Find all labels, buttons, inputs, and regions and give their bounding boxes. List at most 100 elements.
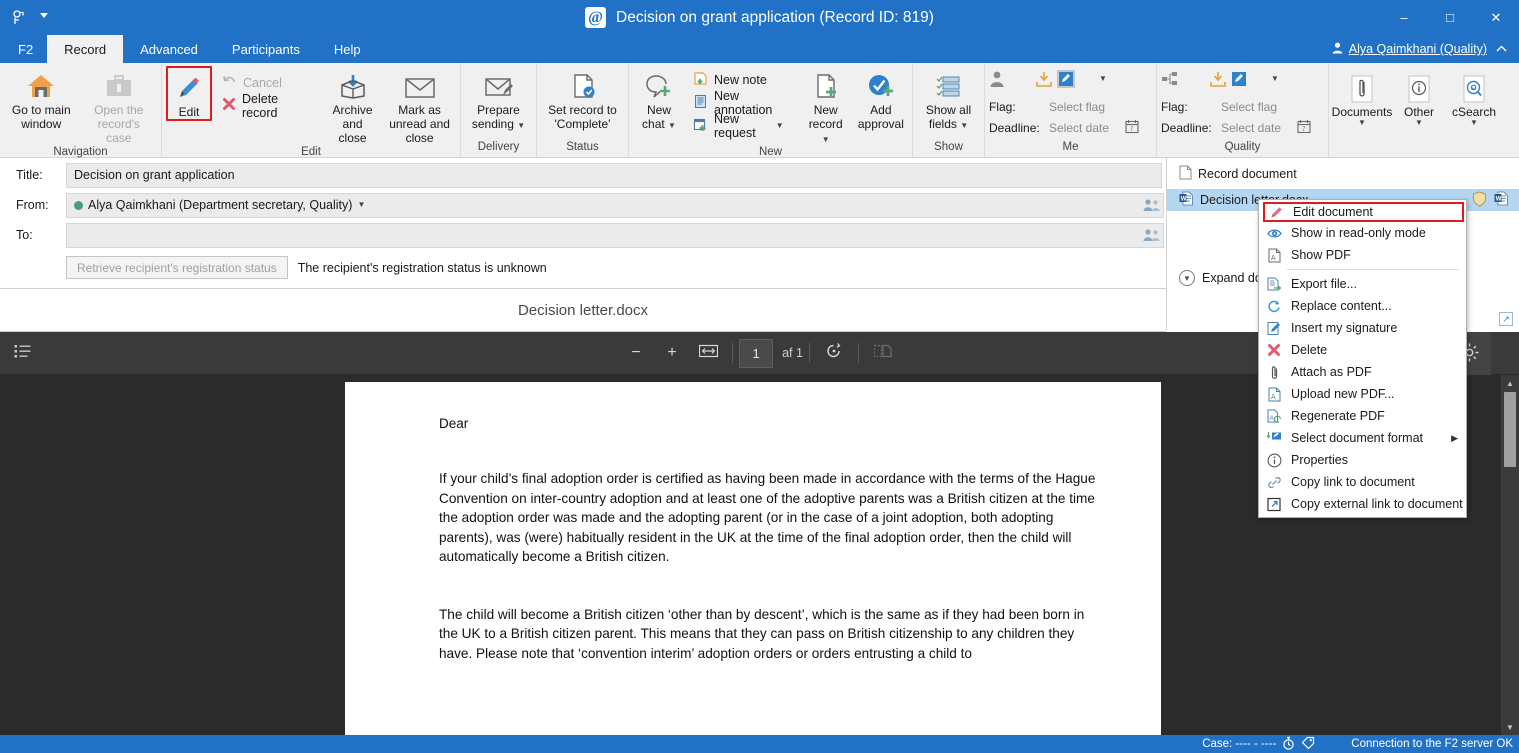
document-salutation: Dear <box>439 416 469 431</box>
link-icon <box>1266 475 1282 490</box>
mark-as-unread-and-close-button[interactable]: Mark as unread and close <box>383 66 456 145</box>
to-people-picker-icon[interactable] <box>1140 223 1162 248</box>
go-to-main-window-button[interactable]: Go to main window <box>4 66 79 131</box>
flag-edit-icon[interactable] <box>1231 71 1247 87</box>
shield-icon[interactable] <box>1472 190 1487 210</box>
title-input[interactable]: Decision on grant application <box>66 162 1162 188</box>
context-menu-item-copy-external-link[interactable]: Copy external link to document <box>1259 493 1466 515</box>
ribbon-group-status: Set record to 'Complete' Status <box>537 63 629 157</box>
stopwatch-icon[interactable] <box>1282 736 1295 753</box>
context-menu-item-edit-document[interactable]: Edit document <box>1263 202 1464 222</box>
documents-button[interactable]: Documents ▼ <box>1332 72 1392 127</box>
quality-deadline-value[interactable]: Select date <box>1221 121 1293 135</box>
context-menu-item-show-pdf[interactable]: A Show PDF <box>1259 244 1466 266</box>
copy-link-label: Copy link to document <box>1291 475 1415 489</box>
me-flag-chevron-down-icon[interactable]: ▼ <box>1099 75 1107 83</box>
qat-chevron-down-icon[interactable] <box>38 9 50 27</box>
set-record-complete-button[interactable]: Set record to 'Complete' <box>541 66 624 131</box>
context-menu-item-delete[interactable]: Delete <box>1259 339 1466 361</box>
prepare-sending-button[interactable]: Prepare sending ▼ <box>465 66 532 131</box>
record-document-label: Record document <box>1198 167 1297 181</box>
calendar-icon[interactable]: 7 <box>1297 119 1311 137</box>
context-menu-item-replace-content[interactable]: Replace content... <box>1259 295 1466 317</box>
quality-flag-icons: ▼ <box>1161 66 1279 92</box>
scroll-down-arrow-icon[interactable]: ▼ <box>1501 719 1519 735</box>
viewer-scrollbar[interactable]: ▲ ▼ <box>1501 375 1519 735</box>
new-record-button[interactable]: New record ▼ <box>800 66 852 145</box>
from-input[interactable]: Alya Qaimkhani (Department secretary, Qu… <box>66 192 1164 218</box>
chevron-down-icon[interactable]: ▼ <box>357 201 365 209</box>
show-all-fields-button[interactable]: Show all fields ▼ <box>917 66 980 131</box>
context-menu-item-properties[interactable]: Properties <box>1259 449 1466 471</box>
zoom-in-button[interactable]: + <box>657 338 687 368</box>
zoom-out-button[interactable]: − <box>621 338 651 368</box>
me-deadline-value[interactable]: Select date <box>1049 121 1121 135</box>
flag-download-icon[interactable] <box>1035 70 1053 88</box>
chevron-down-icon[interactable]: ▼ <box>960 121 968 130</box>
minimize-button[interactable]: – <box>1381 0 1427 35</box>
scroll-up-arrow-icon[interactable]: ▲ <box>1501 375 1519 391</box>
chevron-down-icon[interactable]: ▼ <box>822 135 830 144</box>
toolbar-separator <box>857 343 859 363</box>
collapse-ribbon-chevron-up-icon[interactable] <box>1491 35 1511 63</box>
tag-icon[interactable] <box>1301 736 1315 752</box>
chevron-down-icon[interactable]: ▼ <box>1415 119 1423 127</box>
tab-participants[interactable]: Participants <box>215 35 317 63</box>
chevron-down-icon[interactable]: ▼ <box>1358 119 1366 127</box>
archive-box-icon <box>338 69 368 103</box>
group-title-tools <box>1333 140 1515 157</box>
panel-resize-handle-icon[interactable]: ↗ <box>1499 312 1513 326</box>
fit-width-button[interactable] <box>693 338 723 368</box>
context-menu-item-insert-signature[interactable]: Insert my signature <box>1259 317 1466 339</box>
add-approval-button[interactable]: Add approval <box>854 66 908 131</box>
ribbon-group-me: ▼ Flag: Select flag Deadline: Select dat… <box>985 63 1157 157</box>
delete-record-button[interactable]: Delete record <box>220 91 310 120</box>
tab-f2[interactable]: F2 <box>0 35 47 63</box>
open-record-case-button[interactable]: Open the record's case <box>81 66 157 145</box>
scrollbar-thumb[interactable] <box>1504 392 1516 467</box>
record-quick-icon[interactable] <box>10 9 28 27</box>
calendar-icon[interactable]: 7 <box>1125 119 1139 137</box>
edit-label: Edit <box>178 105 200 119</box>
retrieve-registration-status-button[interactable]: Retrieve recipient's registration status <box>66 256 288 279</box>
delete-record-label: Delete record <box>242 91 279 120</box>
paperclip-icon <box>1347 75 1377 105</box>
maximize-button[interactable]: □ <box>1427 0 1473 35</box>
rotate-button[interactable] <box>819 338 849 368</box>
flag-edit-icon[interactable] <box>1057 70 1075 88</box>
from-people-picker-icon[interactable] <box>1140 193 1162 218</box>
context-menu-item-show-read-only[interactable]: Show in read-only mode <box>1259 222 1466 244</box>
word-document-icon[interactable]: W <box>1494 191 1509 209</box>
context-menu-item-regenerate-pdf[interactable]: A Regenerate PDF <box>1259 405 1466 427</box>
window-controls: – □ ✕ <box>1381 0 1519 35</box>
new-request-button[interactable]: New request ▼ <box>691 112 790 140</box>
tab-help[interactable]: Help <box>317 35 378 63</box>
new-chat-button[interactable]: New chat ▼ <box>633 66 685 131</box>
tab-advanced[interactable]: Advanced <box>123 35 215 63</box>
edit-button[interactable]: Edit <box>171 69 207 119</box>
me-flag-value[interactable]: Select flag <box>1049 100 1121 114</box>
tab-record[interactable]: Record <box>47 35 124 63</box>
flag-download-icon[interactable] <box>1209 70 1227 88</box>
close-button[interactable]: ✕ <box>1473 0 1519 35</box>
page-layout-button[interactable] <box>868 338 898 368</box>
current-user[interactable]: Alya Qaimkhani (Quality) <box>1332 35 1487 63</box>
document-list-item-record-document[interactable]: Record document <box>1167 164 1519 184</box>
csearch-button[interactable]: cSearch ▼ <box>1447 72 1501 127</box>
to-input[interactable] <box>66 222 1164 248</box>
quality-flag-value[interactable]: Select flag <box>1221 100 1293 114</box>
chevron-down-icon[interactable]: ▼ <box>776 121 784 130</box>
other-button[interactable]: Other ▼ <box>1393 72 1445 127</box>
context-menu-item-attach-as-pdf[interactable]: Attach as PDF <box>1259 361 1466 383</box>
chevron-down-icon[interactable]: ▼ <box>517 121 525 130</box>
quality-flag-chevron-down-icon[interactable]: ▼ <box>1271 75 1279 83</box>
chevron-down-icon[interactable]: ▼ <box>1470 119 1478 127</box>
context-menu-item-upload-new-pdf[interactable]: A Upload new PDF... <box>1259 383 1466 405</box>
context-menu-item-export-file[interactable]: Export file... <box>1259 273 1466 295</box>
context-menu-item-copy-link[interactable]: Copy link to document <box>1259 471 1466 493</box>
context-menu-item-select-document-format[interactable]: Select document format ▶ <box>1259 427 1466 449</box>
archive-and-close-button[interactable]: Archive and close <box>324 66 381 145</box>
ribbon-group-new: New chat ▼ New note New annotation New r… <box>629 63 913 158</box>
chevron-down-icon[interactable]: ▼ <box>668 121 676 130</box>
page-number-input[interactable]: 1 <box>739 338 774 368</box>
